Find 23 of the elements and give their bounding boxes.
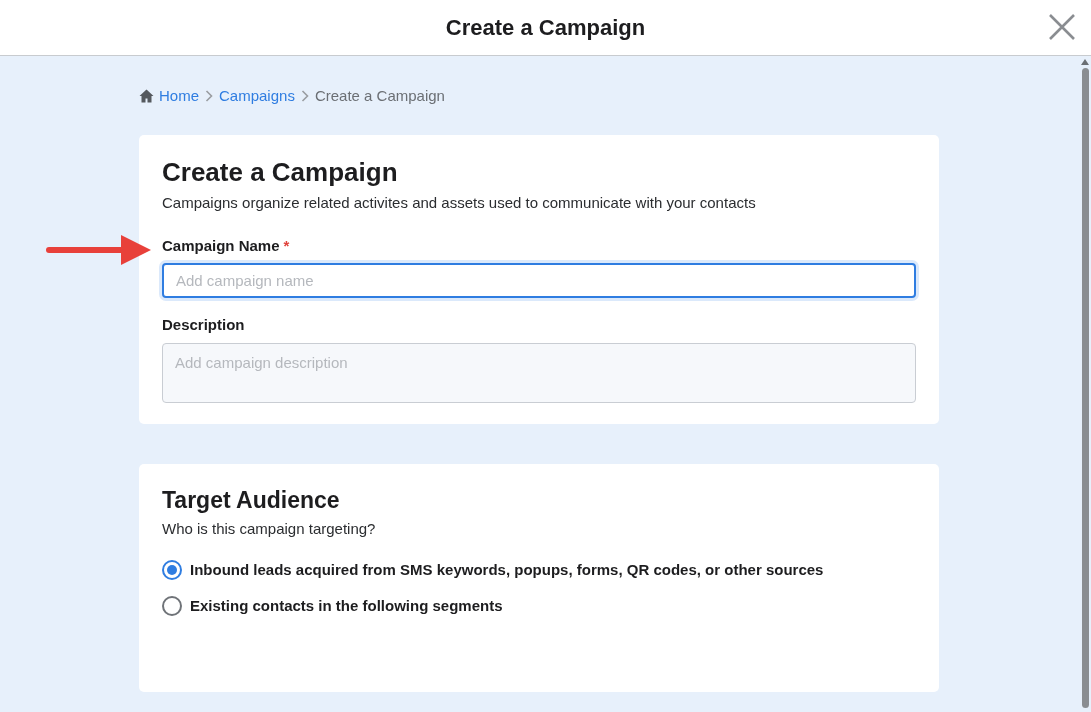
chevron-right-icon — [300, 90, 309, 102]
home-icon — [139, 89, 154, 103]
scrollbar-thumb[interactable] — [1081, 68, 1089, 708]
card-subtitle: Campaigns organize related activites and assets used to communicate with your contacts — [162, 193, 757, 213]
card-title: Create a Campaign — [162, 157, 399, 187]
breadcrumb-current: Create a Campaign — [314, 85, 445, 106]
window-title: Create a Campaign — [445, 14, 646, 42]
breadcrumb-link[interactable]: Campaigns — [219, 84, 295, 108]
description-field[interactable]: Add campaign description — [162, 342, 916, 403]
home-link[interactable]: Home — [139, 84, 199, 108]
campaign-name-field[interactable]: Add campaign name — [162, 263, 916, 298]
required-mark: * — [283, 235, 290, 256]
card-subtitle: Who is this campaign targeting? — [162, 519, 377, 539]
radio-button[interactable] — [162, 596, 182, 617]
chevron-right-icon — [205, 90, 213, 102]
field-label: Description — [162, 315, 245, 335]
card-title: Target Audience — [162, 486, 341, 514]
radio-button[interactable] — [162, 559, 182, 580]
scroll-up-icon[interactable] — [1081, 59, 1089, 65]
radio-option[interactable]: Existing contacts in the following segments — [162, 595, 916, 618]
close-button[interactable] — [1047, 12, 1077, 42]
radio-option[interactable]: Inbound leads acquired from SMS keywords, popups, forms, QR codes, or other sources — [162, 558, 916, 581]
field-label: Campaign Name — [162, 235, 280, 256]
